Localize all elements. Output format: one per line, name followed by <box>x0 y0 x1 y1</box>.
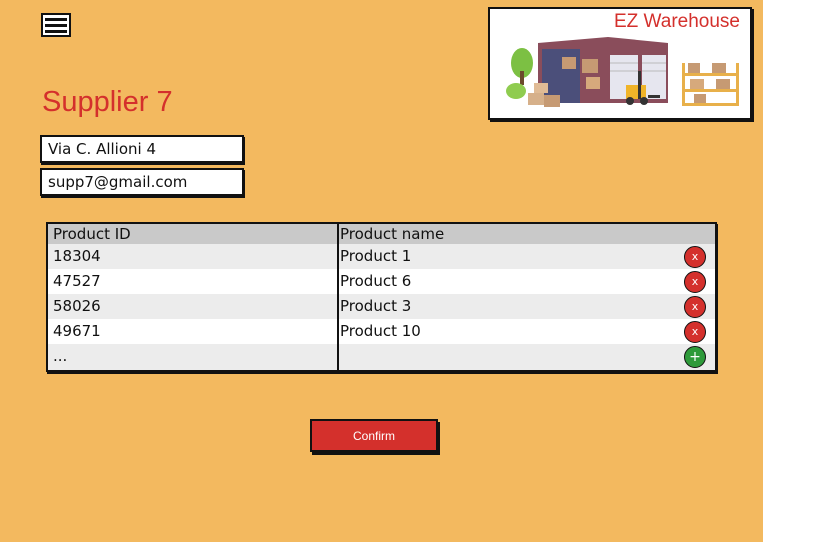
remove-product-button[interactable]: x <box>684 271 706 293</box>
products-table: Product ID Product name 18304 Product 1 … <box>46 222 717 372</box>
email-field[interactable] <box>40 168 244 196</box>
column-header-product-name: Product name <box>340 225 445 243</box>
column-divider <box>337 224 339 370</box>
table-row: 47527 Product 6 x <box>48 269 715 294</box>
remove-product-button[interactable]: x <box>684 246 706 268</box>
app-canvas: EZ Warehouse Supplier 7 Via C. Allioni 4… <box>0 0 763 542</box>
more-rows-ellipsis: ... <box>53 347 68 365</box>
product-name: Product 1 <box>340 247 412 265</box>
add-product-button[interactable]: + <box>684 346 706 368</box>
product-name: Product 3 <box>340 297 412 315</box>
product-id: 49671 <box>53 322 101 340</box>
table-header: Product ID Product name <box>48 224 715 244</box>
brand-name: EZ Warehouse <box>613 11 740 32</box>
address-field[interactable] <box>40 135 244 163</box>
table-row: 58026 Product 3 x <box>48 294 715 319</box>
column-header-product-id: Product ID <box>53 225 131 243</box>
page-title: Supplier 7 <box>42 86 173 118</box>
remove-product-button[interactable]: x <box>684 296 706 318</box>
table-row: 49671 Product 10 x <box>48 319 715 344</box>
product-name: Product 10 <box>340 322 421 340</box>
confirm-button[interactable]: Confirm <box>310 419 438 452</box>
table-row: 18304 Product 1 x <box>48 244 715 269</box>
product-id: 47527 <box>53 272 101 290</box>
hamburger-menu-icon[interactable] <box>40 12 72 38</box>
table-row-add: ... + <box>48 344 715 370</box>
warehouse-illustration-icon <box>506 37 739 107</box>
product-id: 58026 <box>53 297 101 315</box>
product-name: Product 6 <box>340 272 412 290</box>
remove-product-button[interactable]: x <box>684 321 706 343</box>
brand-logo: EZ Warehouse <box>488 7 752 120</box>
product-id: 18304 <box>53 247 101 265</box>
